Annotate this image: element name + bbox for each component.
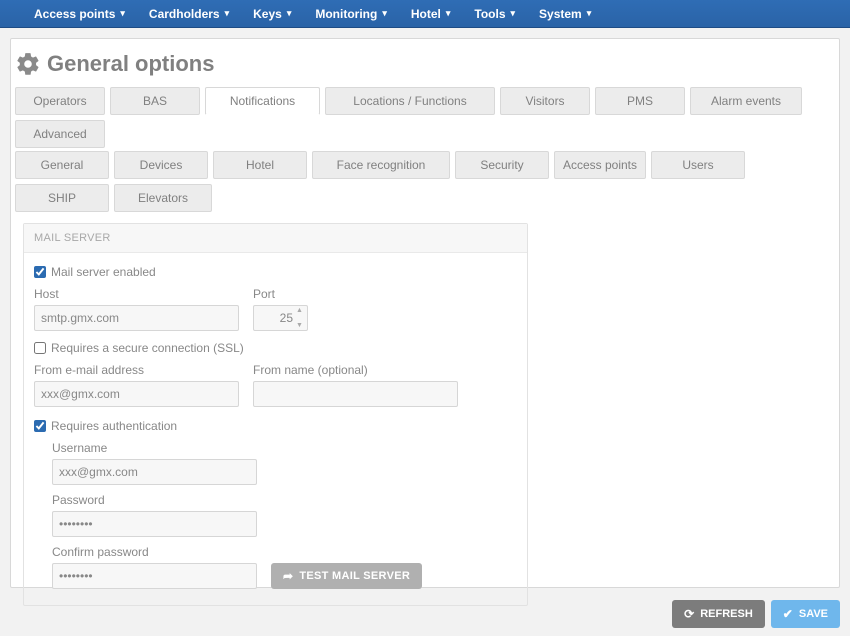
chevron-down-icon: ▾ <box>287 8 292 19</box>
chevron-down-icon: ▾ <box>587 8 592 19</box>
tab-operators[interactable]: Operators <box>15 87 105 115</box>
nav-system[interactable]: System ▾ <box>527 0 603 27</box>
refresh-label: REFRESH <box>700 608 753 620</box>
port-spinner[interactable]: ▲▼ <box>296 307 306 329</box>
mail-server-fieldset: MAIL SERVER Mail server enabled Host Por… <box>23 223 528 606</box>
confirm-password-label: Confirm password <box>52 545 517 559</box>
page-title: General options <box>47 51 214 77</box>
chevron-down-icon: ▾ <box>120 8 125 19</box>
refresh-button[interactable]: ⟳ REFRESH <box>672 600 765 628</box>
tab-hotel-sub[interactable]: Hotel <box>213 151 307 179</box>
confirm-password-input[interactable] <box>52 563 257 589</box>
nav-cardholders[interactable]: Cardholders ▾ <box>137 0 241 27</box>
tab-notifications[interactable]: Notifications <box>205 87 320 115</box>
host-label: Host <box>34 287 239 301</box>
tabs-row-2: General Devices Hotel Face recognition S… <box>11 151 839 212</box>
password-input[interactable] <box>52 511 257 537</box>
tab-security[interactable]: Security <box>455 151 549 179</box>
save-label: SAVE <box>799 608 828 620</box>
tab-bas[interactable]: BAS <box>110 87 200 115</box>
tab-face-recognition[interactable]: Face recognition <box>312 151 450 179</box>
ssl-row: Requires a secure connection (SSL) <box>34 341 517 355</box>
tab-elevators[interactable]: Elevators <box>114 184 212 212</box>
test-button-label: TEST MAIL SERVER <box>299 570 410 582</box>
username-label: Username <box>52 441 517 455</box>
tab-advanced[interactable]: Advanced <box>15 120 105 148</box>
auth-row: Requires authentication <box>34 419 517 433</box>
arrow-right-icon: ➦ <box>283 569 293 583</box>
tabs-row-1: Operators BAS Notifications Locations / … <box>11 87 839 148</box>
save-button[interactable]: ✔ SAVE <box>771 600 840 628</box>
check-icon: ✔ <box>783 607 793 621</box>
auth-block: Username Password Confirm password ➦ <box>52 441 517 589</box>
from-email-label: From e-mail address <box>34 363 239 377</box>
nav-label: Hotel <box>411 7 441 21</box>
nav-label: Tools <box>474 7 505 21</box>
mail-enabled-checkbox[interactable] <box>34 266 46 278</box>
username-input[interactable] <box>52 459 257 485</box>
tab-visitors[interactable]: Visitors <box>500 87 590 115</box>
nav-label: Cardholders <box>149 7 220 21</box>
nav-label: Access points <box>34 7 115 21</box>
mail-enabled-label: Mail server enabled <box>51 265 156 279</box>
tab-general[interactable]: General <box>15 151 109 179</box>
nav-access-points[interactable]: Access points ▾ <box>22 0 137 27</box>
footer-actions: ⟳ REFRESH ✔ SAVE <box>672 600 840 628</box>
auth-checkbox[interactable] <box>34 420 46 432</box>
tab-devices[interactable]: Devices <box>114 151 208 179</box>
nav-label: Monitoring <box>315 7 377 21</box>
nav-label: Keys <box>253 7 282 21</box>
main-panel: General options Operators BAS Notificati… <box>10 38 840 588</box>
chevron-down-icon: ▾ <box>382 8 387 19</box>
chevron-down-icon: ▾ <box>446 8 451 19</box>
mail-enabled-row: Mail server enabled <box>34 265 517 279</box>
top-nav: Access points ▾ Cardholders ▾ Keys ▾ Monito… <box>0 0 850 28</box>
ssl-label: Requires a secure connection (SSL) <box>51 341 244 355</box>
refresh-icon: ⟳ <box>684 607 694 621</box>
port-label: Port <box>253 287 308 301</box>
fieldset-title: MAIL SERVER <box>24 224 527 253</box>
auth-label: Requires authentication <box>51 419 177 433</box>
tab-users[interactable]: Users <box>651 151 745 179</box>
chevron-down-icon[interactable]: ▼ <box>296 322 306 329</box>
chevron-down-icon: ▾ <box>511 8 516 19</box>
from-email-input[interactable] <box>34 381 239 407</box>
from-name-label: From name (optional) <box>253 363 458 377</box>
content: MAIL SERVER Mail server enabled Host Por… <box>11 215 839 614</box>
tab-locations-functions[interactable]: Locations / Functions <box>325 87 495 115</box>
tab-access-points-sub[interactable]: Access points <box>554 151 646 179</box>
nav-monitoring[interactable]: Monitoring ▾ <box>303 0 399 27</box>
password-label: Password <box>52 493 517 507</box>
nav-label: System <box>539 7 582 21</box>
tab-ship[interactable]: SHIP <box>15 184 109 212</box>
tab-alarm-events[interactable]: Alarm events <box>690 87 802 115</box>
panel-header: General options <box>11 39 839 87</box>
nav-hotel[interactable]: Hotel ▾ <box>399 0 463 27</box>
from-name-input[interactable] <box>253 381 458 407</box>
host-input[interactable] <box>34 305 239 331</box>
chevron-down-icon: ▾ <box>225 8 230 19</box>
nav-keys[interactable]: Keys ▾ <box>241 0 303 27</box>
gear-icon <box>15 51 41 77</box>
chevron-up-icon[interactable]: ▲ <box>296 307 306 314</box>
tab-pms[interactable]: PMS <box>595 87 685 115</box>
ssl-checkbox[interactable] <box>34 342 46 354</box>
nav-tools[interactable]: Tools ▾ <box>462 0 527 27</box>
test-mail-server-button[interactable]: ➦ TEST MAIL SERVER <box>271 563 422 589</box>
